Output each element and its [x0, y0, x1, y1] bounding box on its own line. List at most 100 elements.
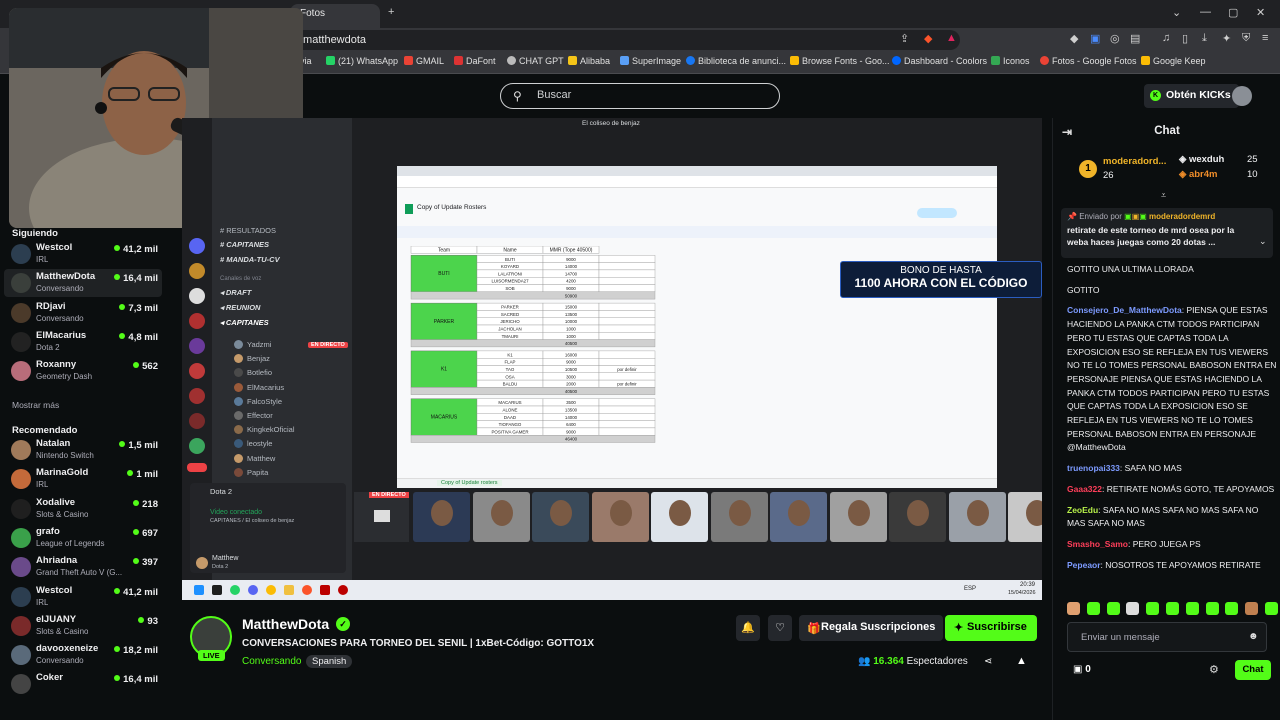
sidebar-channel[interactable]: ElMacarius Dota 2 4,8 mil	[4, 328, 162, 356]
bookmark-fonts[interactable]: Browse Fonts - Goo...	[790, 56, 890, 66]
sidebar-channel[interactable]: Xodalive Slots & Casino 218	[4, 495, 162, 523]
sidebar-channel[interactable]: elJUANY Slots & Casino 93	[4, 612, 162, 640]
bookmark-whatsapp[interactable]: (21) WhatsApp	[326, 56, 398, 66]
discord-voice-user[interactable]: Matthew	[234, 453, 275, 463]
search-input[interactable]: ⚲ Buscar	[500, 83, 780, 109]
media-icon[interactable]: ♫	[1162, 32, 1170, 44]
chat-username[interactable]: Consejero_De_MatthewDota	[1067, 305, 1182, 315]
share-icon[interactable]: ⋖	[984, 656, 992, 667]
collapse-chat-icon[interactable]: ⇥	[1062, 125, 1072, 139]
sidebar-channel[interactable]: Westcol IRL 41,2 mil	[4, 583, 162, 611]
chat-settings-icon[interactable]: ⚙	[1209, 663, 1219, 676]
bookmark-gmail[interactable]: GMAIL	[404, 56, 444, 66]
bookmark-fotos[interactable]: Fotos - Google Fotos	[1040, 56, 1137, 66]
follow-heart-icon[interactable]: ♡	[768, 615, 792, 641]
discord-voice-user[interactable]: Effector	[234, 411, 273, 420]
sidebar-channel[interactable]: MarinaGold IRL 1 mil	[4, 465, 162, 493]
dota-icon[interactable]	[320, 585, 330, 595]
discord-voice-user[interactable]: FalcoStyle	[234, 396, 282, 406]
brave-icon[interactable]	[302, 585, 312, 595]
emote-icon[interactable]	[1126, 602, 1140, 615]
rewards-icon[interactable]: ▲	[946, 32, 957, 44]
maximize-icon[interactable]: ▢	[1228, 6, 1238, 19]
emote-icon[interactable]	[1265, 602, 1278, 615]
bookmark-alibaba[interactable]: Alibaba	[568, 56, 610, 66]
chat-username[interactable]: Smasho_Samo	[1067, 539, 1128, 549]
sheet-tab[interactable]: Copy of Update rosters	[437, 480, 502, 486]
server-icon[interactable]	[189, 338, 205, 354]
steam-icon[interactable]	[212, 585, 222, 595]
chrome-icon[interactable]	[266, 585, 276, 595]
discord-channel[interactable]: # MANDA-TU-CV	[220, 255, 280, 264]
emote-icon[interactable]	[1205, 602, 1219, 615]
new-tab-icon[interactable]: +	[388, 6, 394, 18]
discord-channel[interactable]: # RESULTADOS	[220, 226, 276, 235]
bookmark-chatgpt[interactable]: CHAT GPT	[507, 56, 564, 66]
discord-voice-user[interactable]: Papita	[234, 467, 268, 477]
folder-icon[interactable]	[284, 585, 294, 595]
discord-voice-user[interactable]: leostyle	[234, 439, 272, 449]
channel-name[interactable]: MatthewDota	[242, 616, 329, 632]
whatsapp-taskbar-icon[interactable]	[230, 585, 240, 595]
share-icon[interactable]: ⇪	[900, 32, 909, 45]
sidebar-channel[interactable]: Ahriadna Grand Theft Auto V (G... 397	[4, 553, 162, 581]
bookmark-coolors[interactable]: Dashboard - Coolors	[892, 56, 987, 66]
sidebar-channel[interactable]: MatthewDota Conversando 16,4 mil	[4, 269, 162, 298]
language-tag[interactable]: Spanish	[306, 655, 353, 668]
leader-name[interactable]: ◈ abr4m	[1179, 169, 1217, 180]
close-window-icon[interactable]: ✕	[1256, 6, 1265, 19]
vpn-icon[interactable]: ⛨	[1242, 32, 1250, 45]
stream-player[interactable]: # RESULTADOS # CAPITANES # MANDA-TU-CV C…	[182, 118, 1042, 600]
gift-subs-button[interactable]: 🎁 Regala Suscripciones	[799, 615, 944, 641]
promo-banner[interactable]: BONO DE HASTA 1100 AHORA CON EL CÓDIGO	[840, 261, 1042, 298]
sidebar-channel[interactable]: Natalan Nintendo Switch 1,5 mil	[4, 436, 162, 464]
voice-channel-active[interactable]: ◂ CAPITANES	[220, 318, 269, 327]
chat-input[interactable]: Enviar un mensaje ☻	[1067, 622, 1267, 652]
emote-icon[interactable]	[1185, 602, 1199, 615]
show-more-link[interactable]: Mostrar más	[12, 400, 59, 410]
sidebar-icon[interactable]: ▯	[1182, 32, 1188, 45]
server-icon[interactable]	[189, 238, 205, 254]
server-icon[interactable]	[189, 413, 205, 429]
brave-shield-icon[interactable]: ◆	[924, 32, 932, 45]
bookmark-iconos[interactable]: Iconos	[991, 56, 1030, 66]
sidebar-channel[interactable]: davooxeneize Conversando 18,2 mil	[4, 641, 162, 669]
discord-taskbar-icon[interactable]	[248, 585, 258, 595]
ai-icon[interactable]: ✦	[1222, 32, 1231, 45]
bookmark-biblioteca[interactable]: Biblioteca de anunci...	[686, 56, 786, 66]
leader-name[interactable]: moderadord...	[1103, 156, 1166, 167]
menu-icon[interactable]: ≡	[1262, 32, 1268, 44]
kicks-balance[interactable]: ▣ 0	[1073, 664, 1091, 675]
tab-search-icon[interactable]: ⌄	[1172, 6, 1181, 19]
download-icon[interactable]: ⤓	[1202, 32, 1207, 45]
windows-start-icon[interactable]	[194, 585, 204, 595]
emote-icon[interactable]	[1106, 602, 1120, 615]
sidebar-channel[interactable]: RDjavi Conversando 7,3 mil	[4, 299, 162, 327]
server-icon[interactable]	[189, 438, 205, 454]
expand-pinned-icon[interactable]: ⌄	[1259, 236, 1267, 247]
extension-icon-3[interactable]: ▤	[1130, 32, 1140, 45]
pinned-message[interactable]: 📌 Enviado por ▣▣▣ moderadordemrd retirat…	[1061, 208, 1273, 258]
minimize-icon[interactable]: —	[1200, 6, 1211, 18]
chat-username[interactable]: Pepeaor	[1067, 560, 1101, 570]
discord-voice-user[interactable]: Benjaz	[234, 354, 270, 364]
voice-channel[interactable]: ◂ DRAFT	[220, 288, 251, 297]
emote-icon[interactable]	[1245, 602, 1259, 615]
user-avatar[interactable]	[1232, 86, 1252, 106]
bookmark-keep[interactable]: Google Keep	[1141, 56, 1206, 66]
leader-name[interactable]: ◈ wexduh	[1179, 154, 1224, 165]
notifications-bell-icon[interactable]: 🔔	[736, 615, 760, 641]
share-button[interactable]	[917, 208, 957, 218]
browser-tab[interactable]: Fotos	[290, 4, 380, 28]
extension-icon-1[interactable]: ◆	[1070, 32, 1078, 45]
bookmark-superimage[interactable]: SuperImage	[620, 56, 681, 66]
sidebar-channel[interactable]: Roxanny Geometry Dash 562	[4, 357, 162, 385]
extension-icon-2[interactable]: ◎	[1110, 32, 1120, 45]
server-icon[interactable]	[189, 263, 205, 279]
chat-username[interactable]: truenopai333	[1067, 463, 1120, 473]
emote-icon[interactable]	[1086, 602, 1100, 615]
discord-channel[interactable]: # CAPITANES	[220, 240, 269, 249]
report-icon[interactable]: ▲	[1016, 655, 1027, 667]
stream-category[interactable]: Conversando	[242, 656, 301, 667]
server-icon[interactable]	[189, 288, 205, 304]
